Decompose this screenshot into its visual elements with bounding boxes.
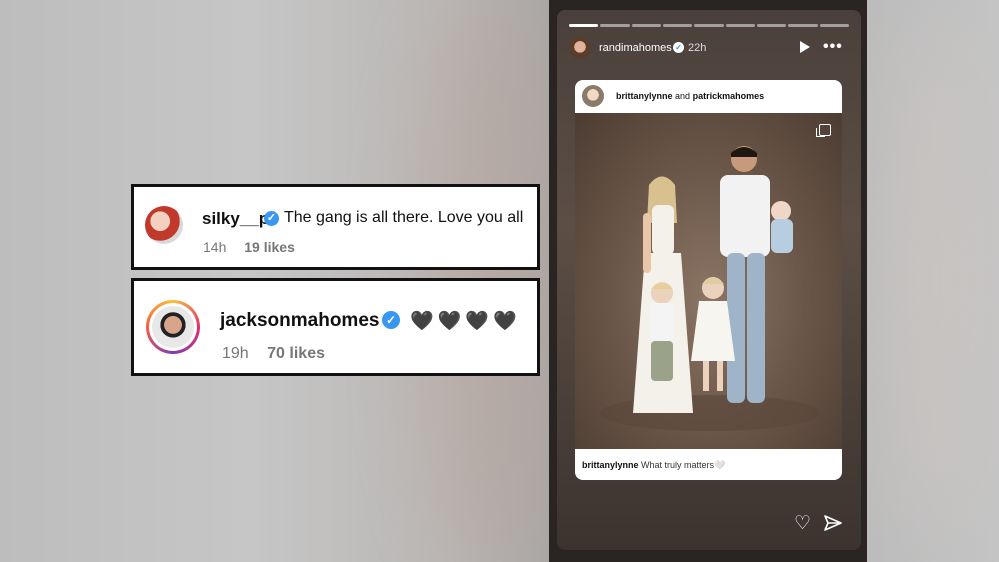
comment-card-silky: silky__p ✓ The gang is all there. Love y… [131,184,540,270]
comment-card-jackson: jacksonmahomes ✓ 🖤🖤🖤🖤 19h 70 likes [131,278,540,376]
story-viewer: randimahomes ✓ 22h ••• brittanylynne and… [557,10,861,550]
carousel-icon [816,124,831,137]
avatar[interactable] [145,206,183,244]
comment-username[interactable]: silky__p [202,209,269,229]
avatar-photo [152,306,194,348]
verified-badge-icon: ✓ [673,42,684,53]
story-username[interactable]: randimahomes [599,42,672,54]
play-icon[interactable] [800,41,810,53]
shared-post[interactable]: brittanylynne and patrickmahomes brittan… [575,80,842,480]
avatar[interactable] [569,37,591,59]
family-photo-illustration [600,146,820,431]
caption-text: brittanylynne What truly matters🤍 [582,460,726,470]
verified-badge-icon: ✓ [382,311,400,329]
avatar [582,85,604,107]
post-header: brittanylynne and patrickmahomes [575,80,842,113]
background-blur [880,20,990,540]
comment-time: 14h [203,239,227,255]
story-progress-bar [569,24,849,27]
story-time: 22h [688,42,707,54]
avatar-ring-gap [149,303,197,351]
more-icon[interactable]: ••• [823,38,843,56]
verified-badge-icon: ✓ [264,211,279,226]
comment-likes[interactable]: 19 likes [244,239,295,255]
comment-text: 🖤🖤🖤🖤 [410,311,521,332]
send-icon[interactable] [824,515,842,531]
heart-icon[interactable]: ♡ [794,512,811,535]
post-authors: brittanylynne and patrickmahomes [616,91,765,101]
comment-meta: 14h 19 likes [203,239,295,255]
post-photo [575,113,842,449]
comment-username[interactable]: jacksonmahomes [220,310,379,332]
avatar[interactable] [146,300,200,354]
comment-meta: 19h 70 likes [222,345,325,363]
comment-likes[interactable]: 70 likes [267,345,325,362]
post-caption: brittanylynne What truly matters🤍 [575,449,842,480]
comment-time: 19h [222,345,249,362]
comment-text: The gang is all there. Love you all [284,209,524,226]
